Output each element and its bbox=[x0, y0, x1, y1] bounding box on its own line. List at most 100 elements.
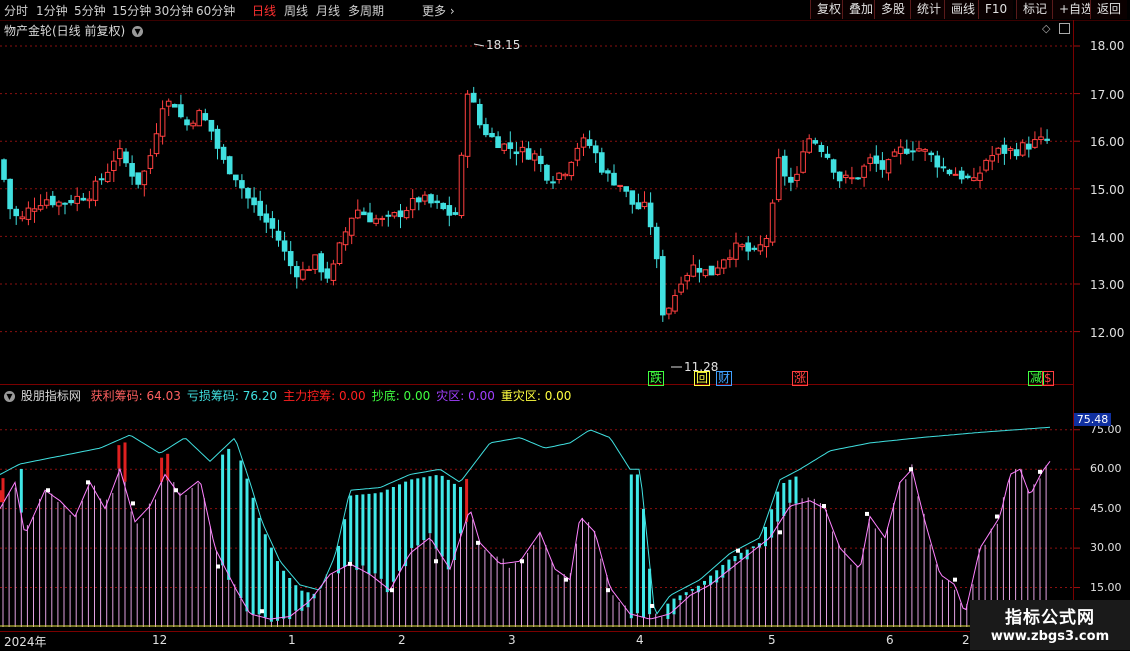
candle-body bbox=[983, 159, 989, 171]
candle-body bbox=[849, 177, 855, 180]
marker-square bbox=[778, 530, 782, 535]
candle-body bbox=[605, 170, 611, 174]
candle-body bbox=[952, 173, 959, 176]
candle-body bbox=[690, 264, 697, 277]
candle-body bbox=[233, 174, 239, 181]
marker-square bbox=[390, 588, 394, 593]
candle-body bbox=[86, 198, 93, 202]
candle-body bbox=[843, 174, 849, 179]
candle-body bbox=[989, 155, 996, 162]
candle-body bbox=[220, 146, 227, 160]
candle-body bbox=[452, 212, 459, 215]
candle-body bbox=[190, 122, 196, 127]
candle-body bbox=[31, 208, 38, 212]
candle-body bbox=[306, 268, 312, 271]
marker-square bbox=[822, 504, 826, 509]
indicator-header: ▼ 股朋指标网 获利筹码: 64.03 亏损筹码: 76.20 主力控筹: 0.00… bbox=[4, 387, 583, 404]
candle-body bbox=[391, 212, 398, 217]
marker-square bbox=[520, 559, 524, 564]
indicator-tick-label: 30.00 bbox=[1090, 541, 1122, 554]
candle-body bbox=[379, 217, 385, 220]
candle-body bbox=[599, 152, 605, 173]
signal-marker: $ bbox=[1042, 371, 1054, 386]
candle-body bbox=[208, 119, 215, 132]
price-tick-label: 18.00 bbox=[1090, 39, 1125, 53]
marker-square bbox=[348, 561, 352, 566]
candle-body bbox=[275, 230, 282, 241]
candle-body bbox=[696, 267, 703, 273]
candle-body bbox=[202, 113, 209, 121]
candle-body bbox=[653, 226, 660, 260]
candle-body bbox=[904, 148, 910, 154]
price-tick-label: 16.00 bbox=[1090, 135, 1125, 149]
indicator-value: 亏损筹码: 76.20 bbox=[186, 389, 278, 403]
candle-body bbox=[37, 205, 44, 210]
indicator-tick-label: 45.00 bbox=[1090, 502, 1122, 515]
candle-body bbox=[178, 104, 184, 118]
candle-body bbox=[434, 200, 440, 204]
candle-body bbox=[367, 212, 373, 223]
candle-body bbox=[74, 195, 81, 204]
candle-body bbox=[733, 242, 739, 260]
candle-body bbox=[1013, 149, 1020, 157]
candle-body bbox=[141, 170, 148, 186]
candle-body bbox=[538, 155, 544, 165]
candle-body bbox=[1038, 136, 1044, 141]
candle-body bbox=[562, 173, 569, 177]
candle-body bbox=[263, 213, 270, 223]
candle-body bbox=[281, 240, 288, 252]
candle-body bbox=[958, 170, 965, 180]
candle-body bbox=[495, 136, 501, 149]
candle-body bbox=[714, 267, 721, 275]
candle-body bbox=[623, 186, 630, 192]
candle-body bbox=[440, 202, 446, 210]
candle-body bbox=[660, 256, 666, 316]
date-tick-label: 2024年 bbox=[4, 635, 47, 649]
candle-body bbox=[629, 190, 636, 205]
marker-square bbox=[434, 559, 438, 564]
candle-body bbox=[477, 103, 483, 126]
candle-body bbox=[62, 202, 68, 205]
candle-body bbox=[153, 133, 160, 155]
candle-body bbox=[19, 216, 26, 220]
candle-body bbox=[672, 295, 678, 312]
date-tick-label: 5 bbox=[768, 633, 776, 647]
candle-body bbox=[245, 187, 251, 199]
price-tick-label: 17.00 bbox=[1090, 88, 1125, 102]
candle-body bbox=[196, 110, 202, 127]
candle-body bbox=[586, 139, 593, 146]
candle-body bbox=[916, 148, 922, 152]
date-tick-label: 1 bbox=[288, 633, 296, 647]
watermark-title: 指标公式网 bbox=[1005, 608, 1095, 628]
candle-body bbox=[43, 199, 50, 206]
candle-body bbox=[977, 172, 983, 181]
candle-body bbox=[464, 93, 471, 157]
candle-body bbox=[861, 165, 867, 178]
candle-body bbox=[312, 254, 318, 270]
candle-body bbox=[483, 124, 489, 136]
indicator-value: 重灾区: 0.00 bbox=[500, 389, 572, 403]
chevron-down-icon[interactable]: ▼ bbox=[4, 391, 15, 402]
candle-body bbox=[830, 159, 837, 173]
candle-body bbox=[123, 151, 129, 164]
candle-body bbox=[111, 160, 117, 171]
candle-body bbox=[525, 148, 532, 160]
candle-body bbox=[251, 197, 257, 206]
candle-body bbox=[574, 147, 581, 161]
candle-body bbox=[818, 145, 825, 152]
signal-marker: 跌 bbox=[648, 371, 665, 386]
candle-body bbox=[446, 205, 453, 216]
candle-body bbox=[330, 263, 337, 281]
candle-body bbox=[104, 171, 111, 182]
candle-body bbox=[727, 257, 733, 260]
candle-body bbox=[867, 157, 874, 164]
candle-body bbox=[897, 146, 904, 154]
candle-body bbox=[336, 242, 343, 264]
candle-body bbox=[641, 201, 648, 208]
candle-body bbox=[416, 197, 422, 203]
candle-body bbox=[214, 128, 221, 149]
candle-body bbox=[98, 178, 105, 181]
indicator-last-value: 75.48 bbox=[1074, 413, 1111, 426]
marker-square bbox=[46, 488, 50, 493]
marker-square bbox=[86, 480, 90, 485]
